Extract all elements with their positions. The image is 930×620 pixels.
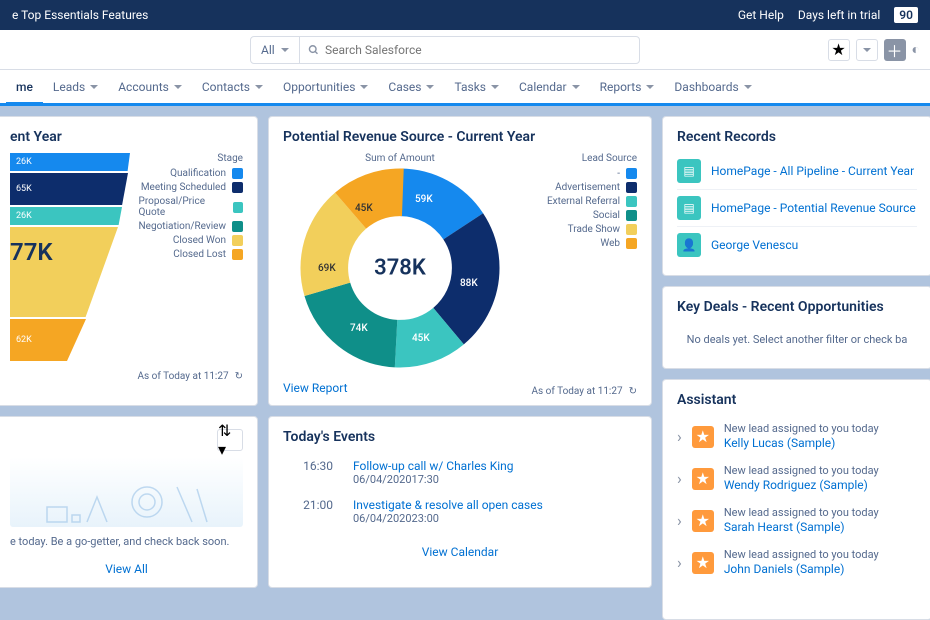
star-icon: ★ <box>692 552 714 574</box>
event-link[interactable]: Investigate & resolve all open cases <box>353 498 543 512</box>
donut-chart: 378K 59K 88K 45K 74K 69K 45K <box>300 168 500 368</box>
chevron-down-icon <box>572 85 580 89</box>
nav-calendar[interactable]: Calendar <box>509 70 590 103</box>
chevron-down-icon <box>255 85 263 89</box>
favorite-button[interactable]: ★ <box>828 39 850 61</box>
revenue-title: Potential Revenue Source - Current Year <box>283 129 637 145</box>
assistant-item[interactable]: › ★ New lead assigned to you todayJohn D… <box>677 542 917 584</box>
chevron-right-icon: › <box>677 469 682 488</box>
nav-cases[interactable]: Cases <box>378 70 444 103</box>
chevron-down-icon <box>281 48 289 52</box>
chevron-right-icon: › <box>677 511 682 530</box>
get-help-link[interactable]: Get Help <box>738 8 784 22</box>
pipeline-title: ent Year <box>10 129 243 145</box>
chevron-right-icon: › <box>677 553 682 572</box>
global-add-button[interactable]: ＋ <box>884 39 906 61</box>
star-icon: ★ <box>692 468 714 490</box>
chevron-down-icon <box>491 85 499 89</box>
sort-button[interactable]: ⇅ ▾ <box>217 429 243 451</box>
event-item: 16:30 Follow-up call w/ Charles King06/0… <box>283 453 637 492</box>
key-deals-card: Key Deals - Recent Opportunities No deal… <box>662 286 930 369</box>
nav-tasks[interactable]: Tasks <box>444 70 509 103</box>
nav-dashboards[interactable]: Dashboards <box>664 70 761 103</box>
assistant-item[interactable]: › ★ New lead assigned to you todaySarah … <box>677 500 917 542</box>
trial-topbar: e Top Essentials Features Get Help Days … <box>0 0 930 30</box>
empty-illustration <box>10 457 243 527</box>
view-report-link[interactable]: View Report <box>283 381 348 395</box>
days-left-label: Days left in trial <box>798 8 880 22</box>
nav-accounts[interactable]: Accounts <box>108 70 192 103</box>
events-title: Today's Events <box>283 429 637 445</box>
deals-title: Key Deals - Recent Opportunities <box>677 299 917 315</box>
record-item[interactable]: 👤 George Venescu <box>677 227 917 263</box>
chevron-right-icon: › <box>677 427 682 446</box>
search-bar: All ★ ＋ ◐ <box>0 30 930 70</box>
view-calendar-link[interactable]: View Calendar <box>422 545 499 559</box>
record-item[interactable]: ▤ HomePage - Potential Revenue Source <box>677 190 917 227</box>
help-icon[interactable]: ◐ <box>912 41 920 58</box>
nav-contacts[interactable]: Contacts <box>192 70 273 103</box>
event-item: 21:00 Investigate & resolve all open cas… <box>283 492 637 531</box>
refresh-icon[interactable]: ↻ <box>235 371 243 382</box>
chevron-down-icon <box>360 85 368 89</box>
chevron-down-icon <box>646 85 654 89</box>
search-wrap: All <box>250 36 640 64</box>
favorite-dropdown[interactable] <box>856 39 878 61</box>
star-icon: ★ <box>692 426 714 448</box>
chevron-down-icon <box>174 85 182 89</box>
revenue-source-card: Potential Revenue Source - Current Year … <box>268 116 652 406</box>
nav-opportunities[interactable]: Opportunities <box>273 70 378 103</box>
chevron-down-icon <box>744 85 752 89</box>
chevron-down-icon <box>90 85 98 89</box>
event-link[interactable]: Follow-up call w/ Charles King <box>353 459 514 473</box>
chevron-down-icon <box>426 85 434 89</box>
funnel-total: 77K <box>10 238 53 266</box>
search-scope-dropdown[interactable]: All <box>251 37 300 63</box>
assistant-item[interactable]: › ★ New lead assigned to you todayWendy … <box>677 458 917 500</box>
refresh-icon[interactable]: ↻ <box>629 386 637 397</box>
funnel-chart: 26K 65K 26K 77K 62K <box>10 153 129 363</box>
view-all-link[interactable]: View All <box>105 562 148 576</box>
pipeline-card: ent Year 26K 65K 26K 77K 62K Stage Quali… <box>0 116 258 406</box>
nav-reports[interactable]: Reports <box>590 70 665 103</box>
days-left-badge: 90 <box>894 7 918 23</box>
assistant-item[interactable]: › ★ New lead assigned to you todayKelly … <box>677 416 917 458</box>
events-card: Today's Events 16:30 Follow-up call w/ C… <box>268 416 652 588</box>
assistant-title: Assistant <box>677 392 917 408</box>
assistant-card: Assistant › ★ New lead assigned to you t… <box>662 379 930 620</box>
star-icon: ★ <box>692 510 714 532</box>
report-icon: ▤ <box>677 159 701 183</box>
recent-records-card: Recent Records ▤ HomePage - All Pipeline… <box>662 116 930 276</box>
records-title: Recent Records <box>677 129 917 145</box>
main-nav: me Leads Accounts Contacts Opportunities… <box>0 70 930 106</box>
record-item[interactable]: ▤ HomePage - All Pipeline - Current Year <box>677 153 917 190</box>
topbar-title: e Top Essentials Features <box>12 8 738 22</box>
search-input[interactable] <box>325 43 631 57</box>
nav-home[interactable]: me <box>6 72 43 105</box>
search-icon <box>308 44 319 56</box>
report-icon: ▤ <box>677 196 701 220</box>
nav-leads[interactable]: Leads <box>43 70 108 103</box>
gogetter-card: ⇅ ▾ e today. Be a go-getter, and check b… <box>0 416 258 588</box>
user-icon: 👤 <box>677 233 701 257</box>
